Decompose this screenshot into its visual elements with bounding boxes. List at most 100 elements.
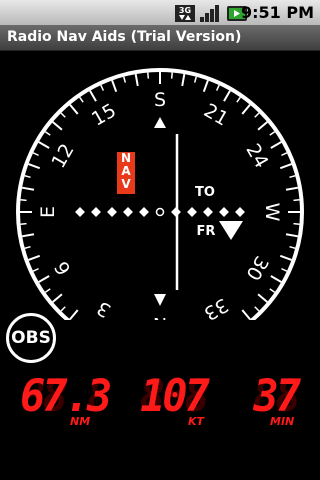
heading-label: N [153,313,167,320]
heading-label: 21 [200,99,232,130]
heading-label: E [37,206,59,218]
to-label: TO [195,185,215,200]
dial-tick [24,245,31,249]
dial-tick [279,254,292,261]
dial-tick [215,84,220,91]
network-3g-icon: 3G [175,5,195,22]
cdi-dot [139,207,149,217]
dial-tick [52,293,63,303]
dial-tick [60,112,66,118]
dial-tick [269,288,276,293]
dial-tick [285,186,299,191]
distance-readout: 88.8 67.3 NM [18,371,112,430]
dial-tick [44,288,51,293]
dial-tick [20,222,27,225]
distance-value: 67.3 [20,371,112,422]
nav-flag-label: NAV [121,151,131,191]
dial-tick [89,90,97,102]
dial-tick [241,309,251,320]
heading-label: 33 [200,293,232,320]
cdi-dot [203,207,213,217]
dial-tick [147,72,150,79]
dial-tick [52,121,63,131]
dial-tick [254,306,260,312]
heading-label: 15 [88,99,120,130]
cdi-dot [219,207,229,217]
cdi-dot [75,207,85,217]
status-clock: 9:51 PM [240,3,314,22]
dial-tick [202,80,209,93]
heading-label: 3 [93,296,114,320]
speed-unit: KT [188,415,205,428]
dial-tick [254,112,260,118]
from-arrow-icon [219,221,243,240]
dial-tick [123,76,127,83]
dial-tick [193,76,197,83]
cdi-dot [91,207,101,217]
cdi-dot [187,207,197,217]
compass-rose: S 21 24 W 30 33 N 36 E 12 15 [16,68,304,320]
dial-tick [21,186,35,191]
distance-unit: NM [70,415,91,428]
dial-tick [32,152,39,157]
dial-tick [32,267,39,272]
top-index-pointer-icon [154,117,166,128]
time-readout: 88 37 MIN [252,375,312,430]
heading-label: S [154,89,166,111]
dial-tick [289,245,296,249]
speed-readout: 888 107 KT [138,375,222,430]
dial-tick [241,104,251,115]
heading-label: 12 [47,140,78,172]
app-title: Radio Nav Aids (Trial Version) [7,29,242,45]
dial-tick [170,72,173,79]
time-value: 37 [253,371,301,422]
dial-tick [100,84,105,91]
dial-tick [21,233,35,238]
dial-tick [28,163,41,170]
dial-tick [269,131,276,136]
dial-tick [279,163,292,170]
cdi-dot [235,207,245,217]
dial-tick [69,309,79,320]
status-bar: 3G 9:51 PM [0,0,320,25]
dial-tick [44,131,51,136]
heading-label: 24 [241,140,272,172]
dial-tick [281,152,288,157]
speed-value: 107 [140,371,210,422]
dial-tick [293,222,300,225]
obs-button[interactable]: OBS [6,313,56,363]
from-label: FR [197,224,216,239]
heading-label: 6 [50,257,75,278]
dial-tick [38,141,50,149]
dial-tick [257,121,268,131]
dial-tick [293,199,300,202]
dial-tick [111,80,118,93]
dial-tick [285,233,299,238]
dial-tick [38,275,50,283]
dial-tick [28,254,41,261]
dial-tick [60,306,66,312]
dial-tick [134,73,139,87]
signal-strength-icon [200,5,219,22]
cdi-dots [75,207,245,217]
app-title-bar: Radio Nav Aids (Trial Version) [0,25,320,51]
cdi-center-circle [155,207,165,217]
heading-label: W [261,203,283,222]
dial-tick [20,199,27,202]
cdi-dot [123,207,133,217]
heading-label: 30 [241,252,272,284]
dial-tick [289,175,296,179]
dial-tick [270,141,282,149]
bottom-index-pointer-icon [154,294,166,306]
vor-indicator: S 21 24 W 30 33 N 36 E 12 15 NAV TO FR [16,68,304,320]
dial-tick [69,104,79,115]
dial-tick [236,96,241,103]
dial-tick [270,275,282,283]
time-unit: MIN [270,415,295,428]
cdi-dot [107,207,117,217]
dial-tick [281,267,288,272]
dial-tick [24,175,31,179]
obs-label: OBS [11,328,51,348]
svg-text:3G: 3G [179,6,191,15]
dial-tick [223,90,231,102]
